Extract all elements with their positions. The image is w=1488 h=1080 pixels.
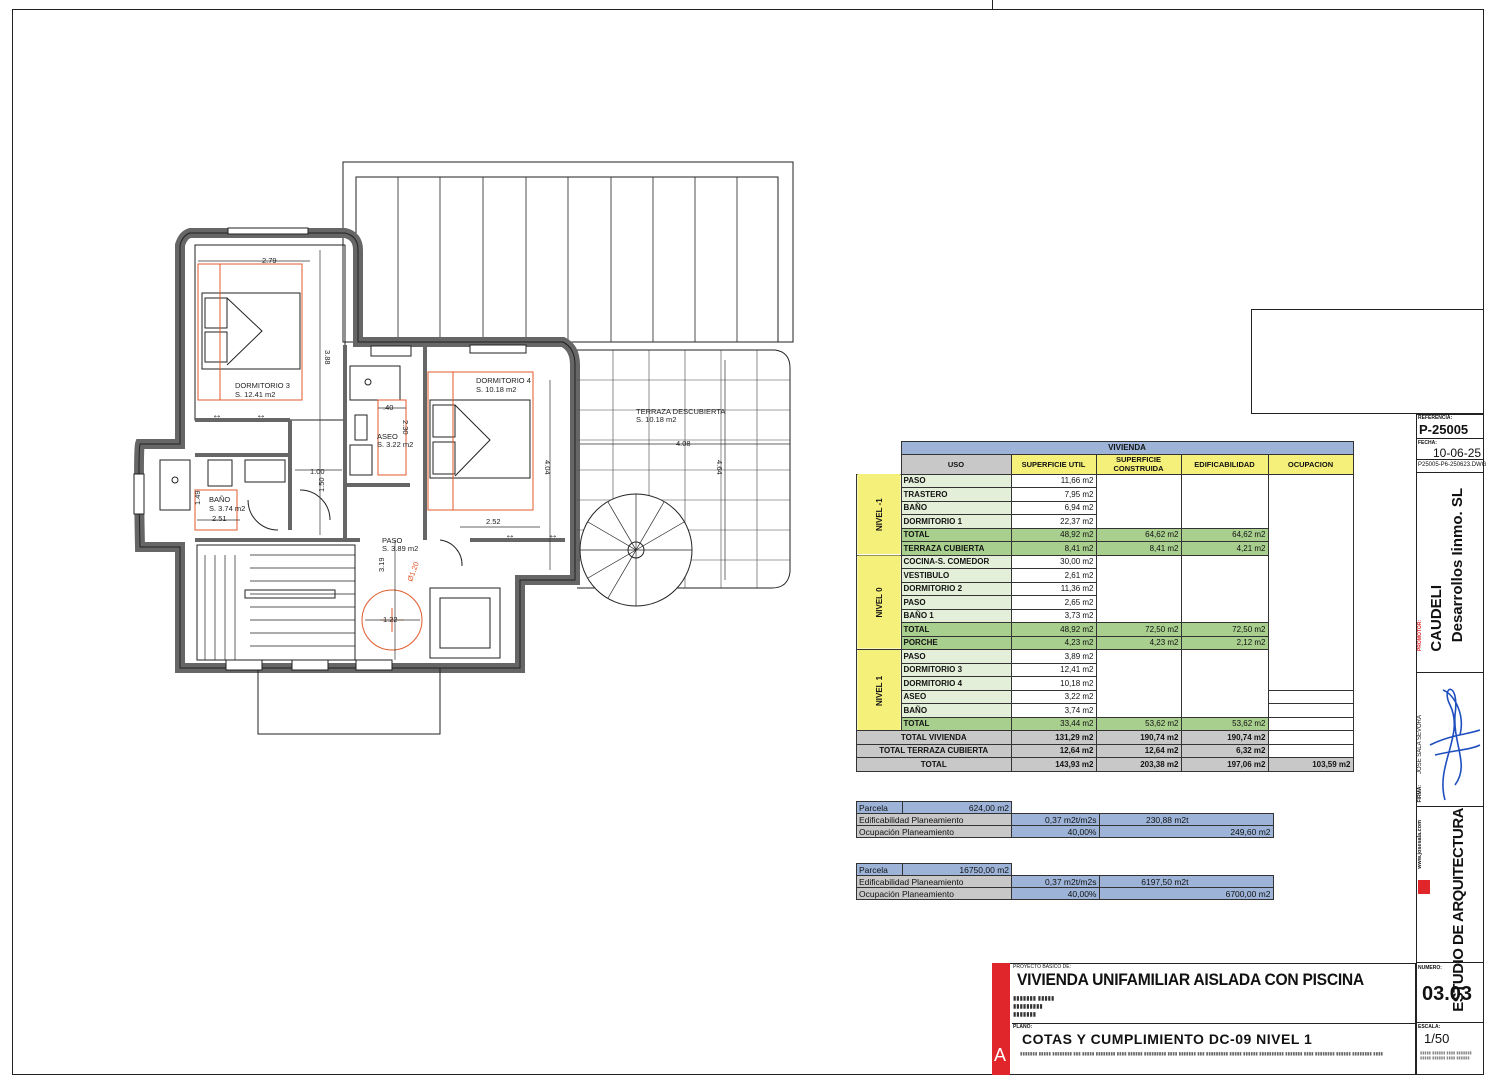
room-bano: BAÑO [209,495,230,504]
svg-text:4.64: 4.64 [715,460,724,475]
svg-text:4.08: 4.08 [676,439,691,448]
archivo: P25005-P6-250623.DWG [1418,462,1487,468]
svg-text:S. 3.22 m2: S. 3.22 m2 [377,440,413,449]
svg-text:S. 10.18 m2: S. 10.18 m2 [476,385,516,394]
dim-279: 2.79 [262,256,277,265]
fecha: 10-06-25 [1433,446,1482,460]
numero: 03.03 [1422,983,1473,1005]
svg-text:4.04: 4.04 [543,460,552,475]
estudio: ESTUDIO DE ARQUITECTURA [1450,808,1467,1012]
svg-text:S. 10.18 m2: S. 10.18 m2 [636,415,676,424]
promotor-name: CAUDELI [1428,585,1445,652]
parcela-table-1: Parcela 624,00 m2 Edificabilidad Planeami… [856,801,1274,838]
svg-text:Ø1.20: Ø1.20 [405,560,420,582]
firma-nombre: JOSE SALA SEVORA [1417,715,1423,775]
plan-title: COTAS Y CUMPLIMIENTO DC-09 NIVEL 1 [1022,1031,1313,1047]
referencia: P-25005 [1419,422,1469,437]
logo-mark [1418,880,1430,894]
svg-text:S. 12.41 m2: S. 12.41 m2 [235,390,275,399]
svg-text:1.50: 1.50 [317,477,326,492]
svg-text:2.51: 2.51 [212,514,227,523]
project-title: VIVIENDA UNIFAMILIAR AISLADA CON PISCINA [1017,970,1364,989]
svg-text:3.19: 3.19 [377,557,386,572]
stamp-box [1251,309,1484,414]
surfaces-table: VIVIENDA USO SUPERFICIE UTIL SUPERFICIE … [856,441,1354,772]
svg-text:↔: ↔ [505,530,515,541]
svg-text:S. 3.89 m2: S. 3.89 m2 [382,544,418,553]
svg-text:1.22: 1.22 [383,615,398,624]
svg-text:3.88: 3.88 [323,350,332,365]
svg-text:.40: .40 [383,403,393,412]
logo-letter: A [994,1045,1007,1065]
promotor-mini: ▮▮▮▮▮▮▮ ▮▮▮▮▮ ▮▮▮▮▮▮▮▮▮ ▮▮▮▮▮▮▮ [1013,996,1055,1018]
svg-text:1.00: 1.00 [310,467,325,476]
escala: 1/50 [1424,1031,1450,1046]
disclaimer-text: ▮▮▮▮▮▮▮ ▮▮▮▮▮ ▮▮▮▮▮▮▮▮ ▮▮▮ ▮▮▮▮▮ ▮▮▮▮▮▮▮… [1020,1051,1384,1056]
room-dormitorio-4: DORMITORIO 4 [476,376,531,385]
parcela-table-2: Parcela 16750,00 m2 Edificabilidad Planea… [856,863,1274,900]
svg-text:↔: ↔ [256,410,266,421]
table-title: VIVIENDA [900,441,1354,455]
promotor-company: Desarrollos Iinmo. SL [1449,488,1466,643]
svg-text:2.52: 2.52 [486,517,501,526]
web: www.josesala.com [1417,820,1423,869]
svg-text:S. 3.74 m2: S. 3.74 m2 [209,504,245,513]
svg-text:↔: ↔ [548,530,558,541]
svg-text:↔: ↔ [212,410,222,421]
signature [1429,688,1481,801]
room-dormitorio-3: DORMITORIO 3 [235,381,290,390]
svg-text:1.49: 1.49 [193,490,202,505]
svg-text:2.30: 2.30 [401,420,410,435]
